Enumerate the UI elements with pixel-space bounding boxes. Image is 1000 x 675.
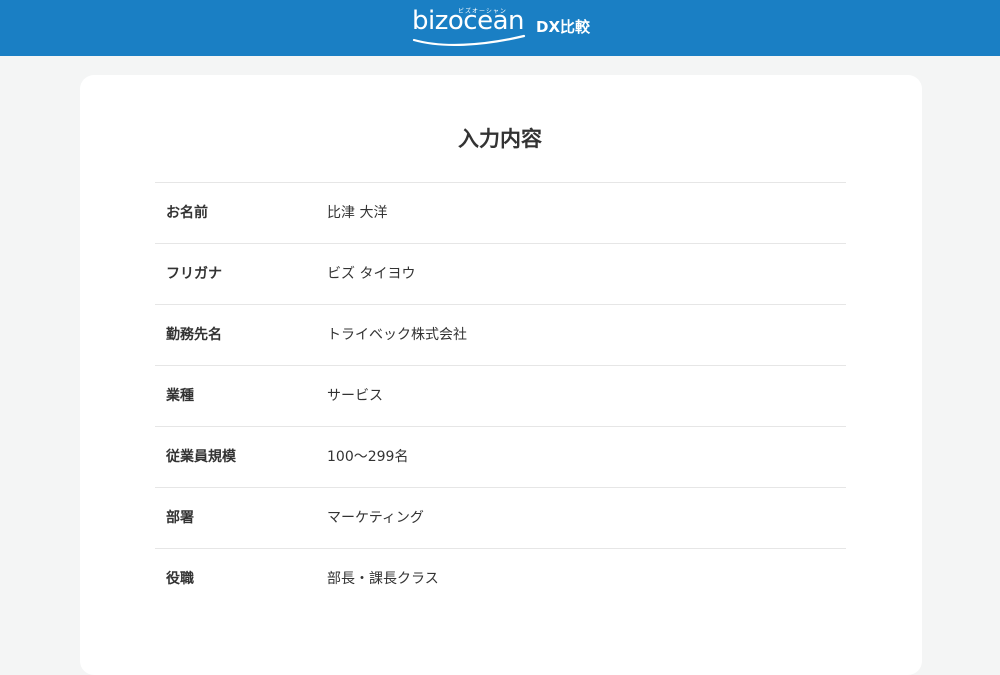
row-company: 勤務先名 トライベック株式会社: [155, 305, 846, 366]
row-position: 役職 部長・課長クラス: [155, 549, 846, 609]
row-value: マーケティング: [327, 510, 424, 526]
row-value: 部長・課長クラス: [327, 571, 439, 587]
row-furigana: フリガナ ビズ タイヨウ: [155, 244, 846, 305]
row-label: 従業員規模: [166, 449, 236, 465]
row-label: お名前: [166, 205, 208, 221]
page-title: 入力内容: [458, 127, 542, 151]
row-value: サービス: [327, 388, 383, 404]
row-label: 勤務先名: [166, 327, 222, 343]
row-label: 業種: [166, 388, 194, 404]
site-header: ビズオーシャン bizocean DX比較: [0, 0, 1000, 56]
bizocean-logo[interactable]: ビズオーシャン bizocean: [412, 4, 528, 48]
logo-swoosh-icon: [412, 34, 526, 46]
row-value: 100〜299名: [327, 449, 409, 465]
row-value: 比津 大洋: [327, 205, 388, 221]
row-value: トライベック株式会社: [327, 327, 467, 343]
logo-wordmark: bizocean: [412, 6, 524, 36]
row-name: お名前 比津 大洋: [155, 183, 846, 244]
dx-compare-logo[interactable]: DX比較: [536, 16, 590, 37]
row-value: ビズ タイヨウ: [327, 266, 416, 282]
row-label: フリガナ: [166, 266, 222, 282]
row-label: 部署: [166, 510, 194, 526]
row-industry: 業種 サービス: [155, 366, 846, 427]
row-department: 部署 マーケティング: [155, 488, 846, 549]
input-summary-table: お名前 比津 大洋 フリガナ ビズ タイヨウ 勤務先名 トライベック株式会社 業…: [155, 182, 846, 609]
row-employee-size: 従業員規模 100〜299名: [155, 427, 846, 488]
row-label: 役職: [166, 571, 194, 587]
